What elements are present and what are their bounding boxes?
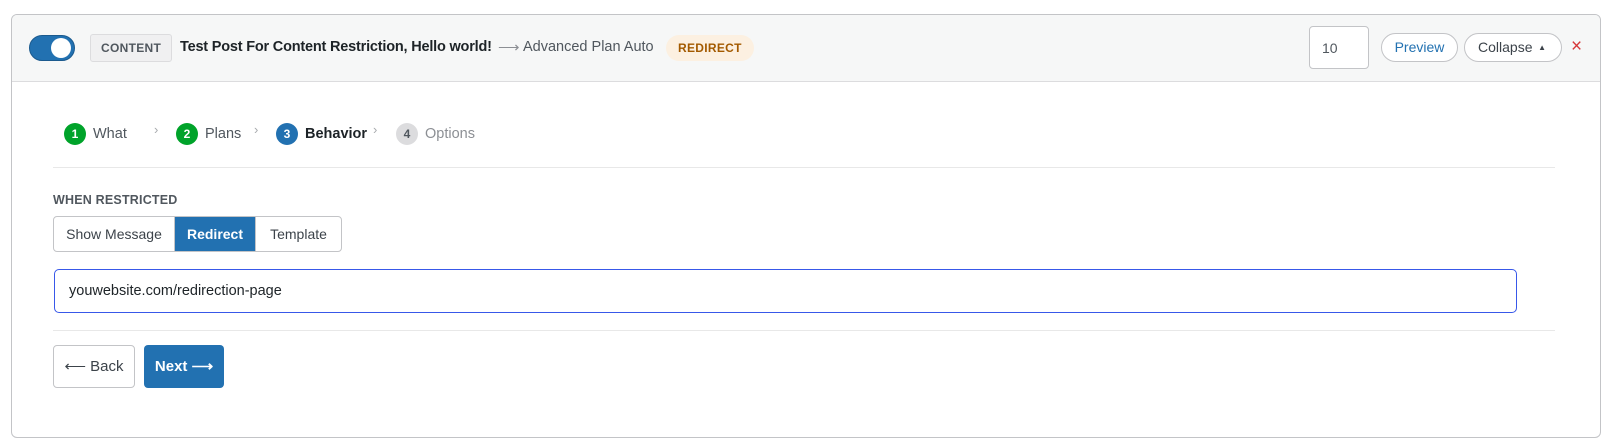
when-restricted-label: WHEN RESTRICTED: [53, 193, 178, 207]
restriction-rule-card: CONTENT Test Post For Content Restrictio…: [11, 14, 1601, 438]
rule-header: CONTENT Test Post For Content Restrictio…: [12, 15, 1600, 82]
option-redirect[interactable]: Redirect: [175, 217, 255, 251]
step-number: 1: [64, 123, 86, 145]
option-show-message[interactable]: Show Message: [54, 217, 174, 251]
back-button[interactable]: ⟵ Back: [53, 345, 135, 388]
divider: [53, 167, 1555, 168]
next-button[interactable]: Next ⟶: [144, 345, 224, 388]
post-title: Test Post For Content Restriction, Hello…: [180, 39, 492, 55]
behavior-segmented-control: Show Message Redirect Template: [53, 216, 342, 252]
chevron-right-icon: ›: [254, 122, 259, 137]
step-label: Plans: [205, 126, 242, 142]
collapse-label: Collapse: [1478, 39, 1533, 55]
rule-enabled-toggle[interactable]: [29, 35, 75, 61]
close-icon[interactable]: ×: [1571, 35, 1582, 59]
chevron-right-icon: ›: [373, 122, 378, 137]
content-type-tag: CONTENT: [90, 34, 173, 62]
plan-name: Advanced Plan Auto: [523, 39, 654, 55]
step-label: What: [93, 126, 127, 142]
chevron-right-icon: ›: [154, 122, 159, 137]
caret-up-icon: ▲: [1538, 43, 1546, 52]
step-label: Behavior: [305, 126, 368, 142]
behavior-badge: REDIRECT: [666, 35, 754, 61]
divider: [53, 330, 1555, 331]
option-template[interactable]: Template: [256, 217, 341, 251]
redirect-url-input[interactable]: youwebsite.com/redirection-page: [54, 269, 1517, 313]
collapse-button[interactable]: Collapse ▲: [1464, 33, 1562, 62]
arrow-right-icon: ⟶: [498, 39, 520, 56]
step-number: 4: [396, 123, 418, 145]
step-number: 3: [276, 123, 298, 145]
priority-input[interactable]: [1309, 26, 1369, 69]
toggle-knob: [51, 38, 71, 58]
step-number: 2: [176, 123, 198, 145]
preview-button[interactable]: Preview: [1381, 33, 1458, 62]
wizard-steps: 1 What › 2 Plans › 3 Behavior › 4 Option…: [64, 122, 664, 146]
step-label: Options: [425, 126, 475, 142]
